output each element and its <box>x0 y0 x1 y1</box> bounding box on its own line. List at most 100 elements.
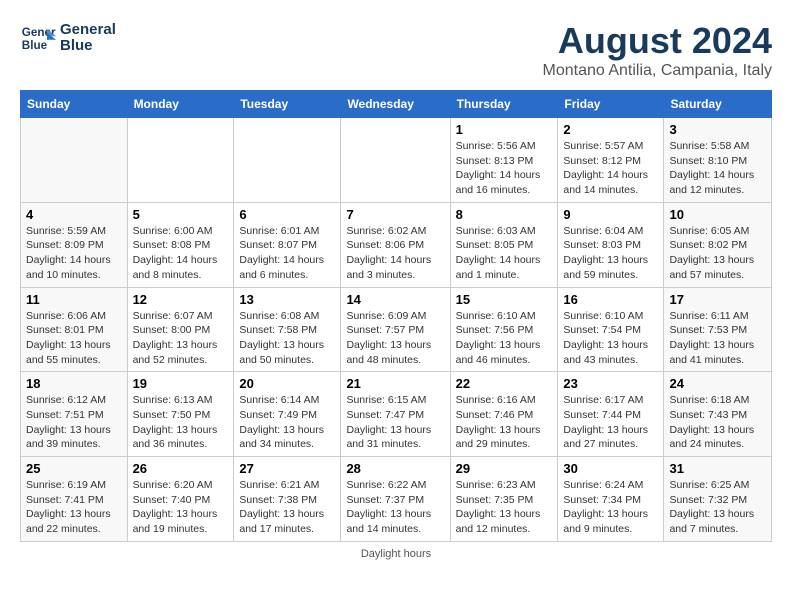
day-number: 20 <box>239 376 335 391</box>
day-info: Sunrise: 6:10 AM Sunset: 7:56 PM Dayligh… <box>456 309 553 368</box>
calendar-cell: 15 Sunrise: 6:10 AM Sunset: 7:56 PM Dayli… <box>450 287 558 372</box>
day-info: Sunrise: 6:20 AM Sunset: 7:40 PM Dayligh… <box>133 478 229 537</box>
day-info: Sunrise: 6:13 AM Sunset: 7:50 PM Dayligh… <box>133 393 229 452</box>
day-number: 22 <box>456 376 553 391</box>
calendar-cell: 3 Sunrise: 5:58 AM Sunset: 8:10 PM Daylig… <box>664 118 772 203</box>
calendar-header-row: SundayMondayTuesdayWednesdayThursdayFrid… <box>21 91 772 118</box>
calendar-cell: 4 Sunrise: 5:59 AM Sunset: 8:09 PM Daylig… <box>21 202 128 287</box>
logo-icon: General Blue <box>20 20 56 56</box>
day-info: Sunrise: 6:09 AM Sunset: 7:57 PM Dayligh… <box>346 309 444 368</box>
day-number: 31 <box>669 461 766 476</box>
day-info: Sunrise: 5:59 AM Sunset: 8:09 PM Dayligh… <box>26 224 122 283</box>
page: General Blue General Blue August 2024 Mo… <box>0 0 792 570</box>
calendar-week-3: 18 Sunrise: 6:12 AM Sunset: 7:51 PM Dayli… <box>21 372 772 457</box>
day-info: Sunrise: 6:21 AM Sunset: 7:38 PM Dayligh… <box>239 478 335 537</box>
day-info: Sunrise: 6:16 AM Sunset: 7:46 PM Dayligh… <box>456 393 553 452</box>
calendar-cell <box>341 118 450 203</box>
day-number: 12 <box>133 292 229 307</box>
day-header-sunday: Sunday <box>21 91 128 118</box>
main-title: August 2024 <box>543 20 772 62</box>
day-info: Sunrise: 5:57 AM Sunset: 8:12 PM Dayligh… <box>563 139 658 198</box>
day-header-saturday: Saturday <box>664 91 772 118</box>
day-number: 9 <box>563 207 658 222</box>
calendar-cell <box>21 118 128 203</box>
day-number: 28 <box>346 461 444 476</box>
day-info: Sunrise: 6:18 AM Sunset: 7:43 PM Dayligh… <box>669 393 766 452</box>
calendar-cell <box>127 118 234 203</box>
day-number: 6 <box>239 207 335 222</box>
calendar-cell: 20 Sunrise: 6:14 AM Sunset: 7:49 PM Dayli… <box>234 372 341 457</box>
day-number: 8 <box>456 207 553 222</box>
calendar-cell: 6Sunrise: 6:01 AM Sunset: 8:07 PM Daylig… <box>234 202 341 287</box>
calendar-cell: 9 Sunrise: 6:04 AM Sunset: 8:03 PM Daylig… <box>558 202 664 287</box>
calendar-cell: 8 Sunrise: 6:03 AM Sunset: 8:05 PM Daylig… <box>450 202 558 287</box>
calendar-cell: 14Sunrise: 6:09 AM Sunset: 7:57 PM Dayli… <box>341 287 450 372</box>
day-info: Sunrise: 6:19 AM Sunset: 7:41 PM Dayligh… <box>26 478 122 537</box>
calendar-cell: 31 Sunrise: 6:25 AM Sunset: 7:32 PM Dayli… <box>664 457 772 542</box>
header: General Blue General Blue August 2024 Mo… <box>20 20 772 80</box>
footer-note: Daylight hours <box>20 548 772 560</box>
day-info: Sunrise: 5:56 AM Sunset: 8:13 PM Dayligh… <box>456 139 553 198</box>
day-info: Sunrise: 6:11 AM Sunset: 7:53 PM Dayligh… <box>669 309 766 368</box>
day-info: Sunrise: 6:15 AM Sunset: 7:47 PM Dayligh… <box>346 393 444 452</box>
day-info: Sunrise: 6:06 AM Sunset: 8:01 PM Dayligh… <box>26 309 122 368</box>
sub-title: Montano Antilia, Campania, Italy <box>543 62 772 80</box>
day-number: 17 <box>669 292 766 307</box>
day-number: 15 <box>456 292 553 307</box>
day-number: 10 <box>669 207 766 222</box>
day-info: Sunrise: 6:14 AM Sunset: 7:49 PM Dayligh… <box>239 393 335 452</box>
day-number: 30 <box>563 461 658 476</box>
day-number: 11 <box>26 292 122 307</box>
calendar-week-2: 11 Sunrise: 6:06 AM Sunset: 8:01 PM Dayli… <box>21 287 772 372</box>
day-number: 18 <box>26 376 122 391</box>
calendar-cell: 11 Sunrise: 6:06 AM Sunset: 8:01 PM Dayli… <box>21 287 128 372</box>
calendar-cell <box>234 118 341 203</box>
day-info: Sunrise: 6:25 AM Sunset: 7:32 PM Dayligh… <box>669 478 766 537</box>
day-header-wednesday: Wednesday <box>341 91 450 118</box>
calendar-cell: 18 Sunrise: 6:12 AM Sunset: 7:51 PM Dayli… <box>21 372 128 457</box>
day-info: Sunrise: 5:58 AM Sunset: 8:10 PM Dayligh… <box>669 139 766 198</box>
day-number: 13 <box>239 292 335 307</box>
day-number: 29 <box>456 461 553 476</box>
day-number: 2 <box>563 122 658 137</box>
day-info: Sunrise: 6:04 AM Sunset: 8:03 PM Dayligh… <box>563 224 658 283</box>
day-number: 16 <box>563 292 658 307</box>
day-info: Sunrise: 6:23 AM Sunset: 7:35 PM Dayligh… <box>456 478 553 537</box>
calendar-cell: 5 Sunrise: 6:00 AM Sunset: 8:08 PM Daylig… <box>127 202 234 287</box>
day-info: Sunrise: 6:03 AM Sunset: 8:05 PM Dayligh… <box>456 224 553 283</box>
calendar-cell: 2 Sunrise: 5:57 AM Sunset: 8:12 PM Daylig… <box>558 118 664 203</box>
calendar-week-0: 1Sunrise: 5:56 AM Sunset: 8:13 PM Daylig… <box>21 118 772 203</box>
svg-text:Blue: Blue <box>22 39 48 52</box>
day-header-tuesday: Tuesday <box>234 91 341 118</box>
calendar-cell: 21 Sunrise: 6:15 AM Sunset: 7:47 PM Dayli… <box>341 372 450 457</box>
calendar-cell: 16Sunrise: 6:10 AM Sunset: 7:54 PM Dayli… <box>558 287 664 372</box>
day-number: 5 <box>133 207 229 222</box>
day-info: Sunrise: 6:00 AM Sunset: 8:08 PM Dayligh… <box>133 224 229 283</box>
day-number: 3 <box>669 122 766 137</box>
calendar-cell: 24 Sunrise: 6:18 AM Sunset: 7:43 PM Dayli… <box>664 372 772 457</box>
calendar-cell: 28Sunrise: 6:22 AM Sunset: 7:37 PM Dayli… <box>341 457 450 542</box>
calendar-cell: 7 Sunrise: 6:02 AM Sunset: 8:06 PM Daylig… <box>341 202 450 287</box>
day-number: 7 <box>346 207 444 222</box>
calendar-week-4: 25 Sunrise: 6:19 AM Sunset: 7:41 PM Dayli… <box>21 457 772 542</box>
calendar-body: 1Sunrise: 5:56 AM Sunset: 8:13 PM Daylig… <box>21 118 772 542</box>
day-header-monday: Monday <box>127 91 234 118</box>
day-header-friday: Friday <box>558 91 664 118</box>
day-info: Sunrise: 6:24 AM Sunset: 7:34 PM Dayligh… <box>563 478 658 537</box>
calendar-cell: 22 Sunrise: 6:16 AM Sunset: 7:46 PM Dayli… <box>450 372 558 457</box>
day-number: 24 <box>669 376 766 391</box>
day-info: Sunrise: 6:02 AM Sunset: 8:06 PM Dayligh… <box>346 224 444 283</box>
calendar-cell: 13Sunrise: 6:08 AM Sunset: 7:58 PM Dayli… <box>234 287 341 372</box>
calendar-cell: 23Sunrise: 6:17 AM Sunset: 7:44 PM Dayli… <box>558 372 664 457</box>
calendar-cell: 10Sunrise: 6:05 AM Sunset: 8:02 PM Dayli… <box>664 202 772 287</box>
calendar-cell: 12Sunrise: 6:07 AM Sunset: 8:00 PM Dayli… <box>127 287 234 372</box>
calendar-cell: 26 Sunrise: 6:20 AM Sunset: 7:40 PM Dayli… <box>127 457 234 542</box>
day-number: 25 <box>26 461 122 476</box>
day-info: Sunrise: 6:12 AM Sunset: 7:51 PM Dayligh… <box>26 393 122 452</box>
day-number: 26 <box>133 461 229 476</box>
calendar-cell: 17 Sunrise: 6:11 AM Sunset: 7:53 PM Dayli… <box>664 287 772 372</box>
day-number: 21 <box>346 376 444 391</box>
title-block: August 2024 Montano Antilia, Campania, I… <box>543 20 772 80</box>
day-number: 4 <box>26 207 122 222</box>
calendar-cell: 25 Sunrise: 6:19 AM Sunset: 7:41 PM Dayli… <box>21 457 128 542</box>
